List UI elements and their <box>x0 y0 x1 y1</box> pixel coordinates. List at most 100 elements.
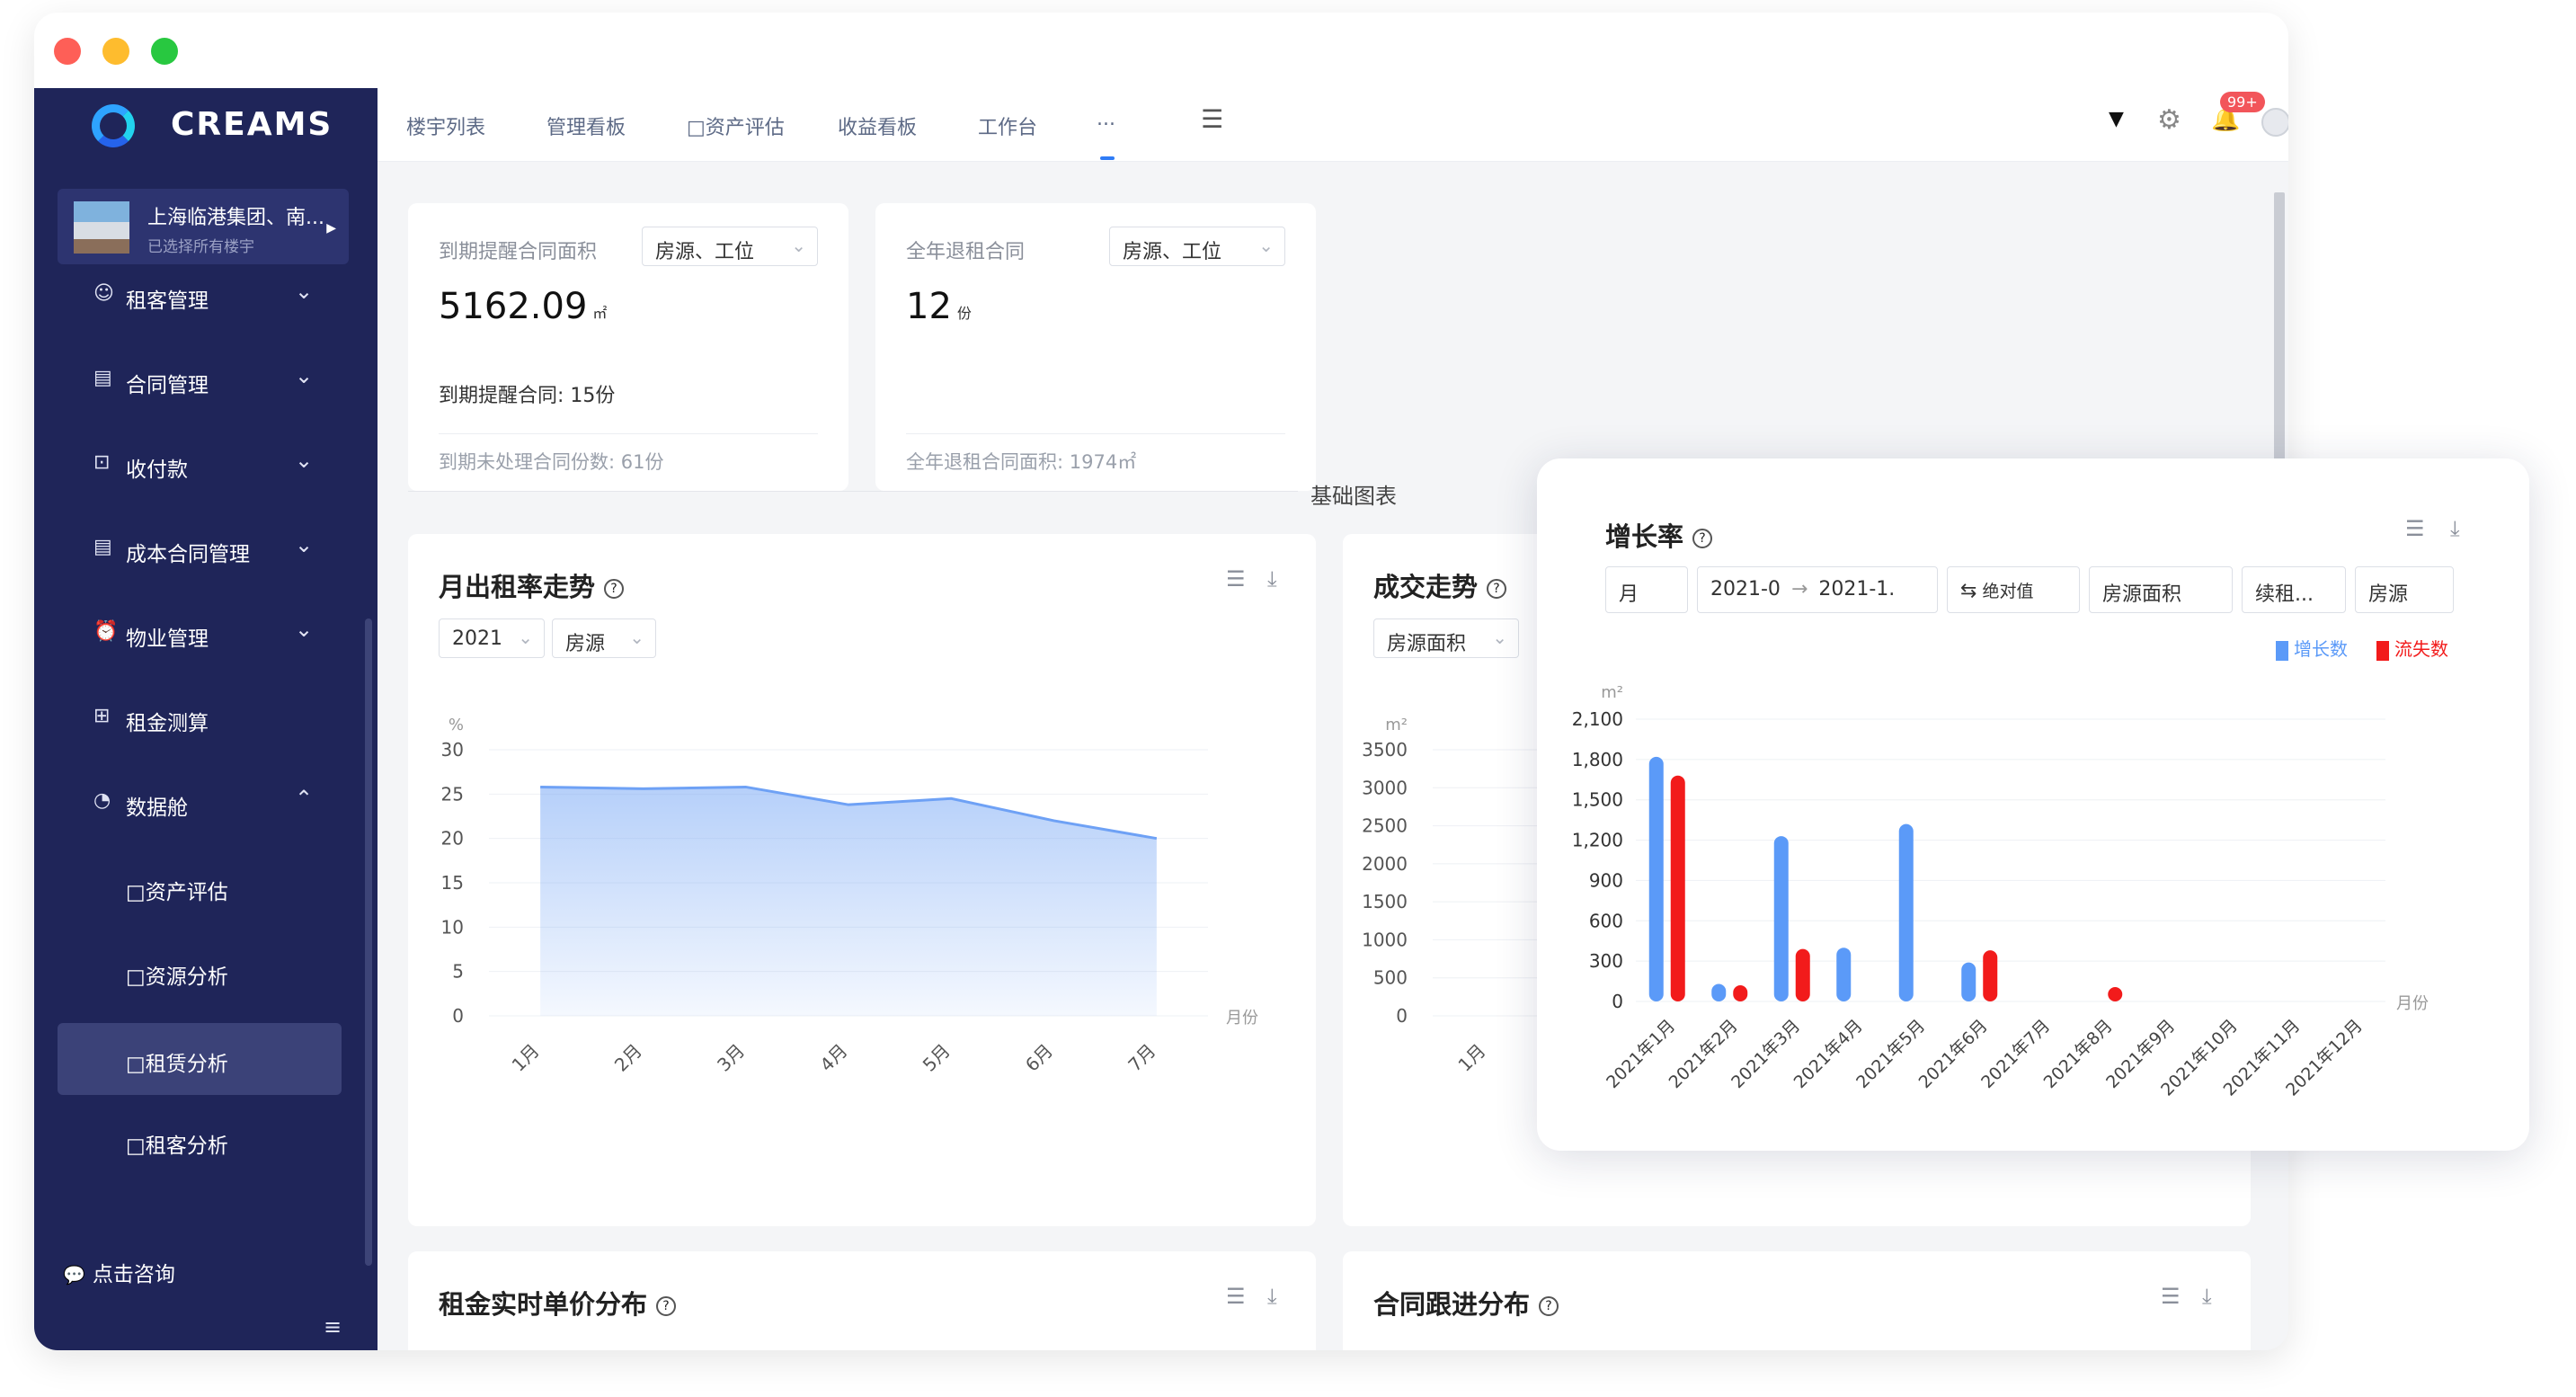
consult-button[interactable]: 💬 点击咨询 <box>63 1257 175 1287</box>
download-icon[interactable]: ⤓ <box>1267 566 1277 592</box>
doc-icon: ▤ <box>93 536 112 558</box>
year-select[interactable]: 2021 ⌄ <box>439 618 545 658</box>
help-icon[interactable]: ? <box>656 1296 677 1316</box>
sidebar-item-label: 租金测算 <box>126 712 209 735</box>
period-select[interactable]: 月 <box>1605 566 1688 613</box>
chevron-down-icon: ⌄ <box>295 363 314 388</box>
sidebar-item-payment[interactable]: ⊡ 收付款 ⌄ <box>34 437 378 491</box>
source-select[interactable]: 房源 <box>2355 566 2454 613</box>
top-navigation: 楼宇列表 管理看板 □资产评估 收益看板 工作台 ... ☰ ▼ ⚙ 🔔 99+ <box>378 88 2288 162</box>
select-value: 房源、工位 <box>1123 241 1222 263</box>
tab-more[interactable]: ... <box>1097 108 1115 130</box>
y-tick-label: 500 <box>1373 967 1408 989</box>
bar <box>1836 948 1852 1001</box>
tab-workbench[interactable]: 工作台 <box>978 111 1037 140</box>
chart-card-contract-followup: 合同跟进分布? ☰ ⤓ <box>1343 1251 2251 1350</box>
sidebar-item-cost-contract[interactable]: ▤ 成本合同管理 ⌄ <box>34 521 378 575</box>
minimize-window-button[interactable] <box>102 38 129 65</box>
y-tick-label: 30 <box>441 739 464 761</box>
sidebar-subitem-leasing[interactable]: □租赁分析 <box>58 1023 342 1095</box>
x-tick-label: 3月 <box>713 1040 749 1076</box>
x-axis-label: 月份 <box>1226 1009 1258 1028</box>
tab-asset-evaluation[interactable]: □资产评估 <box>687 111 785 140</box>
chevron-down-icon: ⌄ <box>295 532 314 557</box>
bar <box>1773 836 1789 1001</box>
chevron-down-icon: ⌄ <box>518 627 533 648</box>
list-icon[interactable]: ☰ <box>1226 1284 1246 1309</box>
consult-label: 点击咨询 <box>92 1263 175 1286</box>
help-icon[interactable]: ? <box>1539 1296 1559 1316</box>
chart-title: 成交走势? <box>1373 566 1507 604</box>
source-select[interactable]: 房源 ⌄ <box>552 618 656 658</box>
sidebar-item-rent-calc[interactable]: ⊞ 租金测算 <box>34 690 378 744</box>
download-icon[interactable]: ⤓ <box>2202 1284 2212 1309</box>
sidebar-item-property[interactable]: ⏰ 物业管理 ⌄ <box>34 606 378 660</box>
sidebar-item-data-cabin[interactable]: ◔ 数据舱 ⌃ <box>34 775 378 829</box>
list-icon[interactable]: ☰ <box>2405 516 2425 541</box>
y-tick-label: 25 <box>441 783 464 805</box>
select-value: 房源 <box>565 633 606 655</box>
filter-settings-icon[interactable]: ☰ <box>1201 104 1223 134</box>
tab-building-list[interactable]: 楼宇列表 <box>406 111 485 140</box>
metric-select[interactable]: 房源面积 <box>2089 566 2233 613</box>
download-icon[interactable]: ⤓ <box>1267 1284 1277 1309</box>
bar <box>1983 950 1998 1001</box>
chart-title-text: 租金实时单价分布 <box>439 1289 648 1320</box>
alarm-icon: ⏰ <box>93 620 119 643</box>
project-selector[interactable]: 上海临港集团、南... 已选择所有楼宇 ▶ <box>58 189 349 264</box>
close-window-button[interactable] <box>54 38 81 65</box>
payment-icon: ⊡ <box>93 451 111 474</box>
help-icon[interactable]: ? <box>1692 529 1713 548</box>
y-axis-unit: % <box>449 716 464 734</box>
help-icon[interactable]: ? <box>604 579 625 599</box>
chevron-down-icon: ⌄ <box>1492 627 1507 648</box>
select-value: 续租... <box>2255 583 2314 606</box>
absolute-value-button[interactable]: ⇆ 绝对值 <box>1947 566 2080 613</box>
avatar[interactable] <box>2261 108 2288 137</box>
maximize-window-button[interactable] <box>151 38 178 65</box>
bar <box>1711 983 1727 1001</box>
chart-title: 合同跟进分布? <box>1373 1284 1559 1321</box>
sidebar-item-tenant[interactable]: ☺ 租客管理 ⌄ <box>34 268 378 322</box>
chart-title: 租金实时单价分布? <box>439 1284 677 1321</box>
chart-card-rent-price: 租金实时单价分布? ☰ ⤓ <box>408 1251 1316 1350</box>
tab-management-board[interactable]: 管理看板 <box>546 111 626 140</box>
y-tick-label: 5 <box>452 961 464 983</box>
sidebar-scrollbar[interactable] <box>365 618 372 1266</box>
download-icon[interactable]: ⤓ <box>2450 516 2460 541</box>
kpi-type-select[interactable]: 房源、工位 ⌄ <box>642 227 818 266</box>
sidebar-subitem-tenant[interactable]: □租客分析 <box>34 1113 378 1167</box>
panel-title: 增长率? <box>1605 516 1713 554</box>
y-tick-label: 1000 <box>1362 929 1408 950</box>
dropdown-caret-icon[interactable]: ▼ <box>2109 108 2124 130</box>
date-range-picker[interactable]: 2021-0 → 2021-1. <box>1697 566 1938 613</box>
list-icon[interactable]: ☰ <box>1226 566 1246 592</box>
chart-title-text: 合同跟进分布 <box>1373 1289 1531 1320</box>
kpi-type-select[interactable]: 房源、工位 ⌄ <box>1109 227 1285 266</box>
sidebar-subitem-resource[interactable]: □资源分析 <box>34 944 378 998</box>
help-icon[interactable]: ? <box>1487 579 1507 599</box>
legend-label: 增长数 <box>2294 638 2348 660</box>
y-tick-label: 0 <box>452 1005 464 1027</box>
sidebar: CREAMS 上海临港集团、南... 已选择所有楼宇 ▶ ☺ 租客管理 ⌄ ▤ 合同管… <box>34 88 378 1350</box>
bar <box>1648 756 1664 1001</box>
y-tick-label: 600 <box>1589 910 1623 931</box>
sidebar-item-label: 收付款 <box>126 458 188 482</box>
caret-right-icon: ▶ <box>326 221 336 236</box>
collapse-menu-icon[interactable]: ≡ <box>324 1314 342 1339</box>
section-title: 基础图表 <box>1310 484 1397 509</box>
tab-revenue-board[interactable]: 收益看板 <box>838 111 917 140</box>
list-icon[interactable]: ☰ <box>2161 1284 2181 1309</box>
type-select[interactable]: 续租... <box>2242 566 2346 613</box>
metric-select[interactable]: 房源面积 ⌄ <box>1373 618 1519 658</box>
gear-icon[interactable]: ⚙ <box>2157 104 2181 136</box>
scroll-thumb[interactable] <box>2274 192 2285 462</box>
x-tick-label: 5月 <box>919 1040 955 1076</box>
chevron-down-icon: ⌄ <box>629 627 644 648</box>
sidebar-item-contract[interactable]: ▤ 合同管理 ⌄ <box>34 352 378 406</box>
chevron-down-icon: ⌄ <box>791 235 806 256</box>
kpi-value: 5162.09 ㎡ <box>439 286 607 327</box>
y-tick-label: 1500 <box>1362 891 1408 912</box>
chart-card-occupancy: 月出租率走势? ☰ ⤓ 2021 ⌄ 房源 ⌄ 0 5 10 15 20 25 30% 月份 1月 2… <box>408 534 1316 1226</box>
sidebar-subitem-asset[interactable]: □资产评估 <box>34 859 378 913</box>
